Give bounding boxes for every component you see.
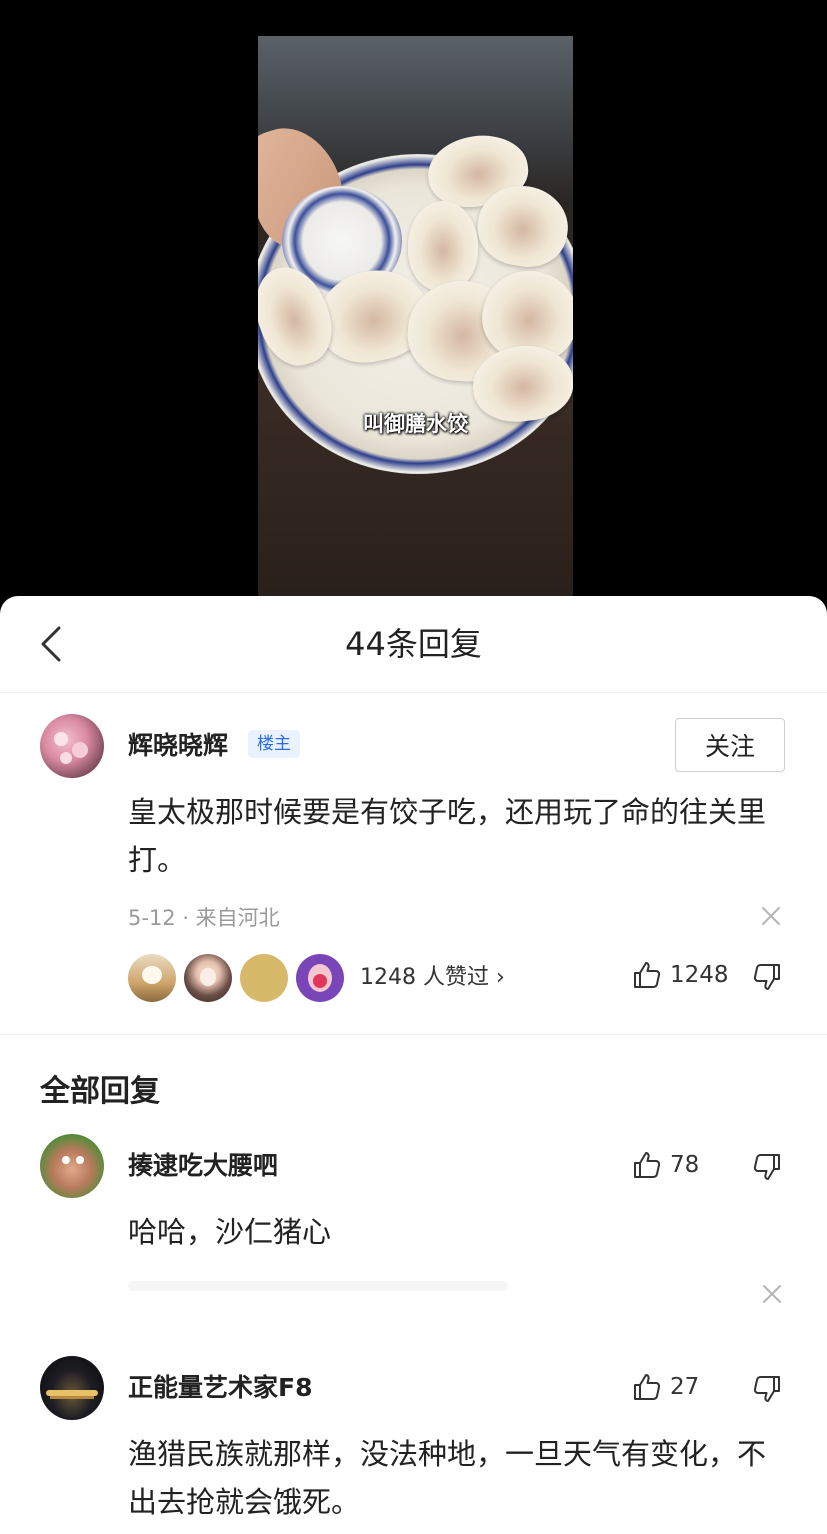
thumbs-up-icon	[634, 1152, 661, 1178]
comment-author[interactable]: 辉晓晓辉	[128, 730, 228, 762]
avatar[interactable]	[40, 714, 104, 778]
likers-link[interactable]: 1248 人赞过 ›	[360, 962, 505, 994]
like-button[interactable]: 27	[632, 1372, 699, 1402]
thumbs-up-icon	[634, 962, 661, 988]
reply-text: 哈哈，沙仁猪心	[128, 1215, 332, 1249]
comment-text: 皇太极那时候要是有饺子吃，还用玩了命的往关里打。	[128, 795, 767, 877]
replies-sheet: 44条回复 辉晓晓辉 楼主 关注 皇太极那时候要是有饺子吃，还用玩了命的往关里打…	[0, 596, 827, 1534]
avatar[interactable]	[40, 1134, 104, 1198]
video-player[interactable]: 叫御膳水饺	[0, 0, 827, 600]
thumbs-down-icon	[753, 964, 780, 990]
comment-meta: 5-12 · 来自河北	[128, 906, 280, 930]
dislike-button[interactable]	[752, 1374, 782, 1404]
close-icon[interactable]	[760, 1282, 784, 1306]
like-count: 27	[670, 1374, 700, 1400]
reply-author[interactable]: 正能量艺术家F8	[128, 1372, 312, 1404]
video-frame[interactable]: 叫御膳水饺	[258, 36, 573, 596]
avatar[interactable]	[40, 1356, 104, 1420]
liker-avatar[interactable]	[240, 954, 288, 1002]
dumpling	[408, 201, 478, 291]
reply-author[interactable]: 揍逮吃大腰呬	[128, 1150, 278, 1182]
section-title: 全部回复	[40, 1074, 160, 1109]
liker-avatar[interactable]	[296, 954, 344, 1002]
thumbs-down-icon	[753, 1154, 780, 1180]
divider	[0, 1034, 827, 1035]
sheet-title: 44条回复	[345, 625, 482, 663]
thumbs-down-icon	[753, 1376, 780, 1402]
dislike-button[interactable]	[752, 962, 782, 992]
placeholder-line	[128, 1281, 508, 1291]
follow-button[interactable]: 关注	[675, 718, 785, 772]
video-subtitle: 叫御膳水饺	[363, 412, 468, 436]
close-icon[interactable]	[759, 904, 783, 928]
like-count: 1248	[670, 962, 729, 988]
like-button[interactable]: 78	[632, 1150, 699, 1180]
sheet-header: 44条回复	[0, 596, 827, 693]
liker-avatar[interactable]	[184, 954, 232, 1002]
owner-badge: 楼主	[248, 730, 300, 758]
like-button[interactable]: 1248	[632, 960, 729, 990]
thumbs-up-icon	[634, 1374, 661, 1400]
like-count: 78	[670, 1152, 700, 1178]
reply-text: 渔猎民族就那样，没法种地，一旦天气有变化，不出去抢就会饿死。	[128, 1437, 767, 1519]
dislike-button[interactable]	[752, 1152, 782, 1182]
liker-avatar[interactable]	[128, 954, 176, 1002]
